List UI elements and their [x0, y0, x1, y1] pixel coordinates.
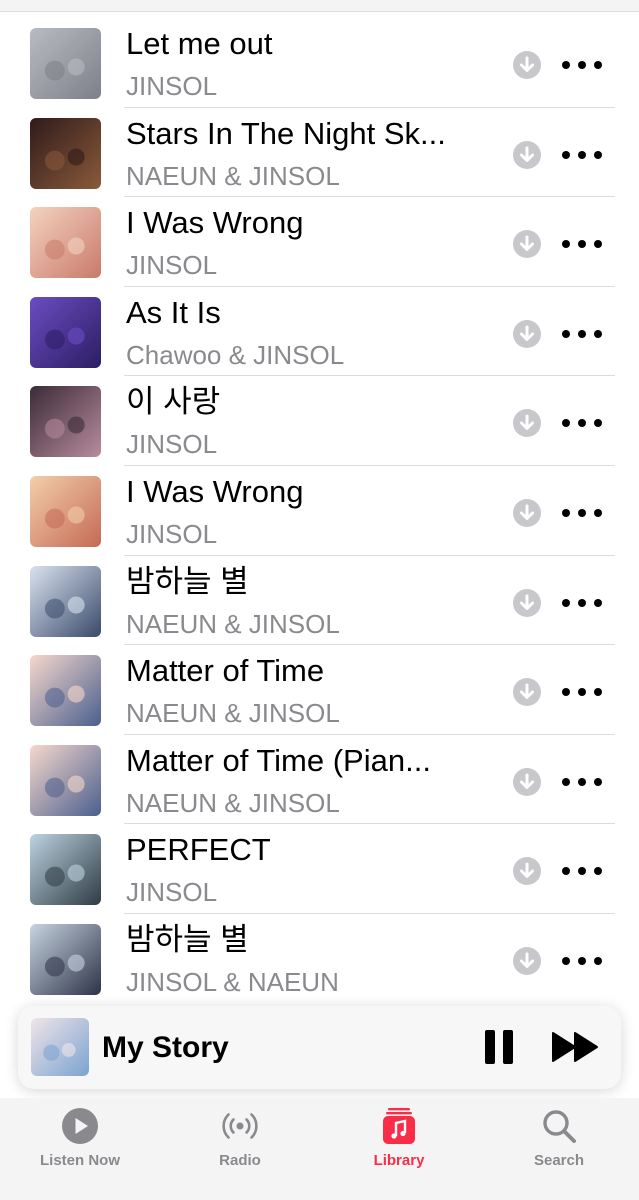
play-circle-icon	[62, 1108, 98, 1144]
song-artist: JINSOL	[126, 71, 218, 101]
more-options-icon[interactable]	[562, 948, 602, 974]
song-row[interactable]: I Was Wrong JINSOL	[0, 197, 639, 287]
tab-label: Listen Now	[39, 1152, 120, 1169]
download-icon[interactable]	[513, 230, 541, 259]
song-title: Stars In The Night Sk...	[126, 115, 446, 151]
broadcast-icon	[222, 1113, 258, 1139]
download-icon[interactable]	[513, 946, 541, 975]
tab-listen-now[interactable]: Listen Now	[15, 1106, 145, 1176]
more-options-icon[interactable]	[562, 52, 602, 78]
song-artist: JINSOL	[126, 429, 218, 460]
song-row[interactable]: 이 사랑 JINSOL	[0, 376, 639, 466]
song-title: As It Is	[126, 294, 221, 330]
more-options-icon[interactable]	[562, 410, 602, 436]
download-icon[interactable]	[513, 678, 541, 707]
tab-label: Radio	[219, 1152, 261, 1169]
fast-forward-icon[interactable]	[551, 1031, 601, 1063]
album-artwork	[30, 296, 101, 368]
song-artist: JINSOL & NAEUN	[126, 966, 339, 997]
tab-library[interactable]: Library	[334, 1106, 464, 1176]
music-library-icon	[383, 1108, 415, 1144]
now-playing-artwork	[31, 1018, 89, 1076]
magnifier-icon	[543, 1110, 576, 1143]
download-icon[interactable]	[513, 767, 541, 796]
download-icon[interactable]	[513, 51, 541, 79]
album-artwork	[30, 207, 101, 279]
download-icon[interactable]	[513, 409, 541, 438]
now-playing-title: My Story	[102, 1031, 229, 1064]
song-title: Matter of Time (Pian...	[126, 742, 431, 778]
song-row[interactable]: I Was Wrong JINSOL	[0, 466, 639, 556]
top-edge	[0, 0, 639, 12]
more-options-icon[interactable]	[562, 142, 602, 168]
more-options-icon[interactable]	[562, 321, 602, 347]
more-options-icon[interactable]	[562, 590, 602, 616]
more-options-icon[interactable]	[562, 500, 602, 526]
tab-bar: Listen Now Radio Library Search	[0, 1098, 639, 1200]
song-title: 밤하늘 별	[126, 921, 249, 957]
song-title: Matter of Time	[126, 653, 325, 689]
album-artwork	[30, 28, 101, 99]
song-list: Let me out JINSOL Stars In The Night Sk.…	[0, 18, 639, 1004]
song-artist: JINSOL	[126, 518, 218, 549]
download-icon[interactable]	[513, 498, 541, 527]
song-row[interactable]: As It Is Chawoo & JINSOL	[0, 287, 639, 377]
more-options-icon[interactable]	[562, 769, 602, 795]
song-row[interactable]: Let me out JINSOL	[0, 18, 639, 108]
album-artwork	[30, 386, 101, 458]
more-options-icon[interactable]	[562, 679, 602, 705]
song-artist: JINSOL	[126, 250, 218, 281]
album-artwork	[30, 565, 101, 637]
album-artwork	[30, 834, 101, 906]
song-title: Let me out	[126, 26, 273, 61]
tab-search[interactable]: Search	[494, 1106, 624, 1176]
album-artwork	[30, 744, 101, 816]
download-icon[interactable]	[513, 588, 541, 617]
song-row[interactable]: Stars In The Night Sk... NAEUN & JINSOL	[0, 108, 639, 198]
song-artist: NAEUN & JINSOL	[126, 160, 340, 191]
song-row[interactable]: 밤하늘 별 NAEUN & JINSOL	[0, 556, 639, 646]
song-artist: NAEUN & JINSOL	[126, 608, 340, 639]
more-options-icon[interactable]	[562, 858, 602, 884]
song-artist: Chawoo & JINSOL	[126, 339, 345, 370]
song-title: I Was Wrong	[126, 205, 304, 241]
song-artist: NAEUN & JINSOL	[126, 698, 340, 729]
pause-icon[interactable]	[485, 1030, 515, 1064]
album-artwork	[30, 475, 101, 547]
tab-label: Search	[533, 1152, 585, 1169]
more-options-icon[interactable]	[562, 231, 602, 257]
song-title: 이 사랑	[126, 384, 221, 420]
download-icon[interactable]	[513, 857, 541, 886]
tab-label: Library	[373, 1152, 425, 1169]
song-row[interactable]: Matter of Time NAEUN & JINSOL	[0, 645, 639, 735]
song-title: 밤하늘 별	[126, 563, 249, 599]
song-title: I Was Wrong	[126, 473, 304, 509]
album-artwork	[30, 655, 101, 727]
song-artist: NAEUN & JINSOL	[126, 787, 340, 818]
album-artwork	[30, 117, 101, 189]
song-artist: JINSOL	[126, 877, 218, 908]
album-artwork	[30, 923, 101, 995]
song-row[interactable]: 밤하늘 별 JINSOL & NAEUN	[0, 914, 639, 1004]
song-row[interactable]: Matter of Time (Pian... NAEUN & JINSOL	[0, 735, 639, 825]
download-icon[interactable]	[513, 319, 541, 348]
download-icon[interactable]	[513, 140, 541, 169]
song-title: PERFECT	[126, 832, 271, 868]
mini-player[interactable]: My Story	[18, 1006, 621, 1089]
song-row[interactable]: PERFECT JINSOL	[0, 824, 639, 914]
tab-radio[interactable]: Radio	[175, 1106, 305, 1176]
